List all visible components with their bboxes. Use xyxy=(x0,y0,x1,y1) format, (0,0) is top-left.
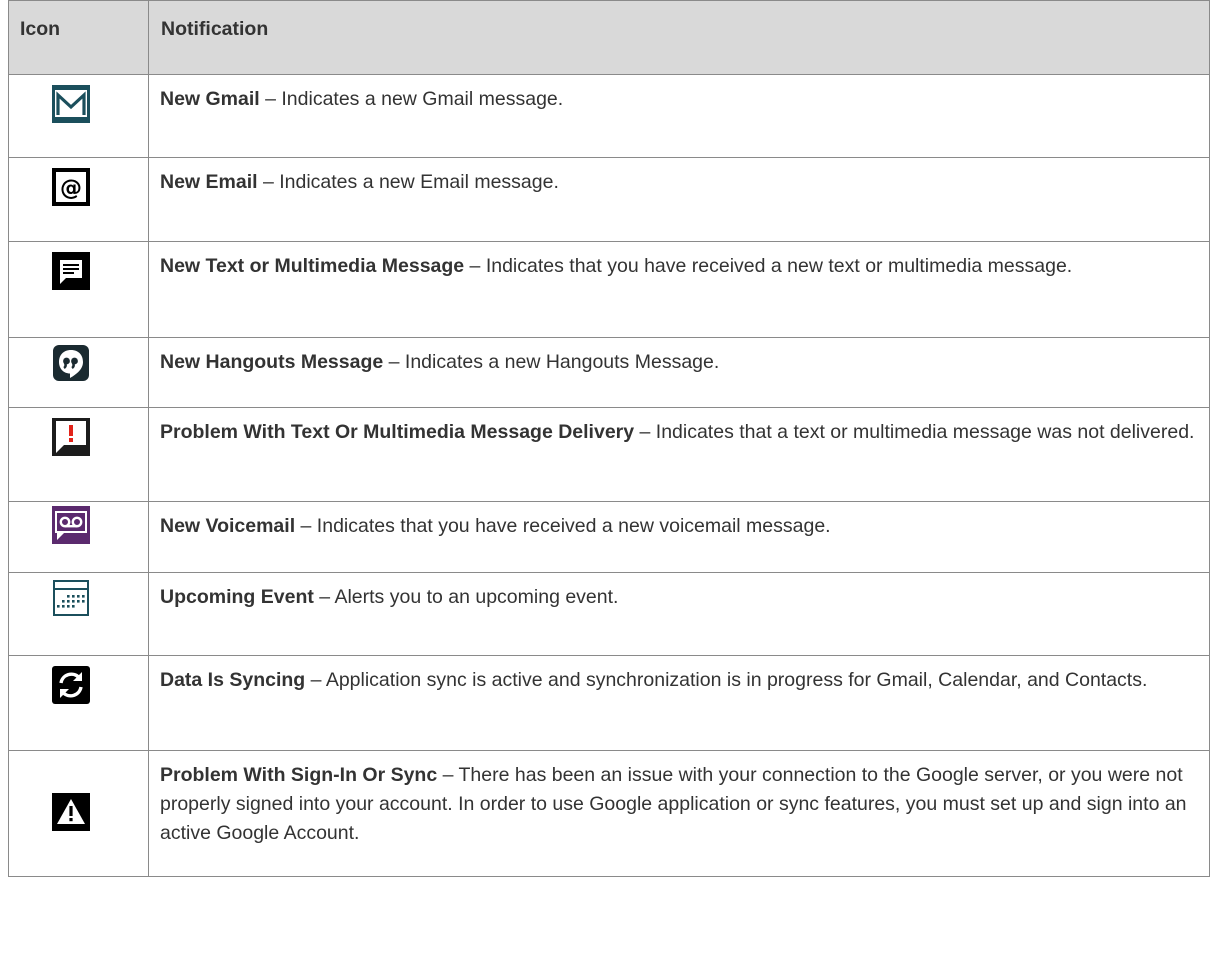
notification-cell: Data Is Syncing – Application sync is ac… xyxy=(148,655,1210,751)
notification-icons-table: Icon Notification New Gmail – Indicates … xyxy=(8,0,1210,877)
notification-cell: Problem With Sign-In Or Sync – There has… xyxy=(148,750,1210,877)
message-delivery-error-icon xyxy=(52,418,90,456)
gmail-icon xyxy=(52,85,90,123)
icon-cell xyxy=(8,337,149,408)
notification-title: New Text or Multimedia Message xyxy=(160,255,465,277)
notification-cell: Upcoming Event – Alerts you to an upcomi… xyxy=(148,572,1210,656)
column-header-notification: Notification xyxy=(148,0,1210,75)
icon-cell xyxy=(8,74,149,158)
notification-description: – Indicates that you have received a new… xyxy=(464,255,1073,277)
notification-title: New Email xyxy=(160,171,258,193)
icon-cell xyxy=(8,501,149,573)
notification-description: – Indicates a new Email message. xyxy=(257,171,559,193)
notification-title: Data Is Syncing xyxy=(160,669,306,691)
voicemail-icon xyxy=(52,506,90,544)
table-header-row: Icon Notification xyxy=(8,0,1210,75)
notification-title: New Voicemail xyxy=(160,515,296,537)
table-row: New Text or Multimedia Message – Indicat… xyxy=(8,241,1210,338)
email-at-icon: @ xyxy=(52,168,90,206)
table-row: New Hangouts Message – Indicates a new H… xyxy=(8,337,1210,408)
table-row: Problem With Text Or Multimedia Message … xyxy=(8,407,1210,502)
icon-cell xyxy=(8,572,149,656)
table-row: Problem With Sign-In Or Sync – There has… xyxy=(8,750,1210,877)
text-message-icon xyxy=(52,252,90,290)
notification-title: Upcoming Event xyxy=(160,586,314,608)
icon-cell xyxy=(8,750,149,877)
notification-description: – Indicates that you have received a new… xyxy=(295,515,831,537)
notification-description: – Indicates that a text or multimedia me… xyxy=(634,421,1195,443)
icon-cell xyxy=(8,407,149,502)
notification-cell: New Email – Indicates a new Email messag… xyxy=(148,157,1210,242)
hangouts-icon xyxy=(52,344,90,382)
notification-title: New Gmail xyxy=(160,88,260,110)
table-row: Data Is Syncing – Application sync is ac… xyxy=(8,655,1210,751)
notification-description: – Indicates a new Hangouts Message. xyxy=(383,351,720,373)
notification-cell: New Gmail – Indicates a new Gmail messag… xyxy=(148,74,1210,158)
notification-cell: Problem With Text Or Multimedia Message … xyxy=(148,407,1210,502)
column-header-icon: Icon xyxy=(8,0,149,75)
icon-cell: @ xyxy=(8,157,149,242)
notification-cell: New Text or Multimedia Message – Indicat… xyxy=(148,241,1210,338)
notification-description: – Alerts you to an upcoming event. xyxy=(313,586,619,608)
notification-title: Problem With Text Or Multimedia Message … xyxy=(160,421,635,443)
icon-cell xyxy=(8,655,149,751)
notification-title: New Hangouts Message xyxy=(160,351,384,373)
notification-description: – Indicates a new Gmail message. xyxy=(259,88,564,110)
calendar-icon xyxy=(52,579,90,617)
sync-icon xyxy=(52,666,90,704)
table-row: @ New Email – Indicates a new Email mess… xyxy=(8,157,1210,242)
icon-cell xyxy=(8,241,149,338)
table-row: Upcoming Event – Alerts you to an upcomi… xyxy=(8,572,1210,656)
notification-description: – Application sync is active and synchro… xyxy=(305,669,1148,691)
notification-title: Problem With Sign-In Or Sync xyxy=(160,764,438,786)
notification-cell: New Voicemail – Indicates that you have … xyxy=(148,501,1210,573)
table-row: New Gmail – Indicates a new Gmail messag… xyxy=(8,74,1210,158)
notification-cell: New Hangouts Message – Indicates a new H… xyxy=(148,337,1210,408)
svg-text:@: @ xyxy=(60,176,82,201)
warning-icon xyxy=(52,793,90,831)
table-row: New Voicemail – Indicates that you have … xyxy=(8,501,1210,573)
